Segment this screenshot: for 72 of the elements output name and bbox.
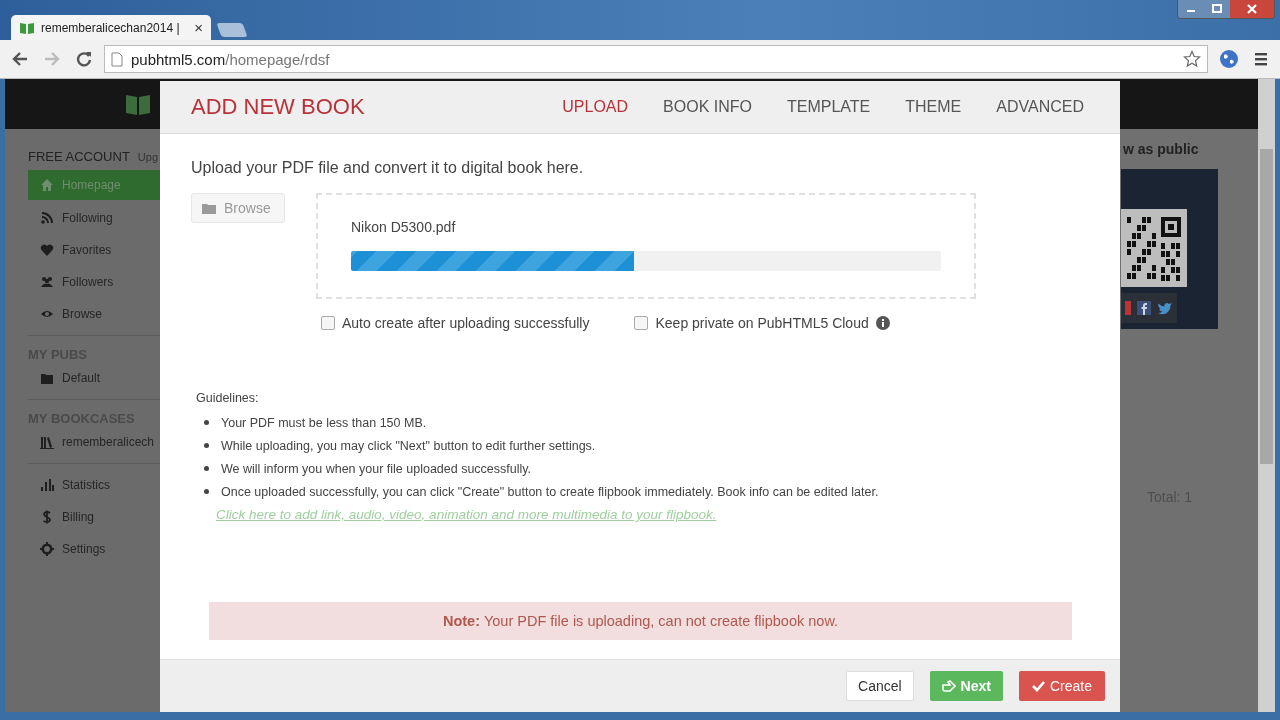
checkbox[interactable]: [634, 316, 649, 330]
guidelines-title: Guidelines:: [196, 391, 260, 405]
sidebar-item[interactable]: Statistics: [28, 469, 160, 501]
guideline-text: We will inform you when your file uploaded successfully.: [221, 461, 532, 476]
intro-text: Upload your PDF file and convert it to digital book here.: [191, 159, 585, 177]
url-text: pubhtml5.com/homepage/rdsf: [131, 50, 330, 68]
guideline-text: Your PDF must be less than 150 MB.: [221, 415, 427, 430]
tab[interactable]: UPLOAD: [562, 98, 629, 116]
bullet-icon: [204, 466, 209, 471]
checkbox-option[interactable]: Keep private on PubHTML5 Cloud: [634, 315, 890, 331]
upload-dropzone[interactable]: Nikon D5300.pdf: [316, 193, 976, 299]
facebook-icon[interactable]: [1137, 301, 1151, 315]
close-icon: [1246, 4, 1258, 14]
star-icon[interactable]: [1183, 50, 1201, 68]
people-icon: [40, 275, 54, 289]
page-icon: [111, 51, 123, 67]
bullet-icon: [204, 420, 209, 425]
settings-icon: [40, 542, 54, 556]
sidebar-item[interactable]: Browse: [28, 298, 160, 330]
address-bar[interactable]: pubhtml5.com/homepage/rdsf: [104, 45, 1208, 73]
note-alert: Note: Your PDF file is uploading, can not create flipbook now.: [209, 602, 1072, 640]
new-tab-button[interactable]: [216, 23, 248, 37]
info-icon[interactable]: [875, 316, 890, 330]
sidebar-item[interactable]: Settings: [28, 533, 160, 565]
back-icon[interactable]: [11, 50, 29, 68]
bookshelf-icon: [40, 435, 54, 449]
sidebar-item[interactable]: Default: [28, 362, 160, 394]
heart-icon: [40, 243, 54, 257]
check-icon: [1031, 680, 1045, 692]
tab[interactable]: ADVANCED: [996, 98, 1084, 116]
tab-title: rememberalicechan2014 |: [41, 20, 180, 35]
bird-icon[interactable]: [1157, 301, 1173, 315]
bar-chart-icon: [40, 478, 54, 492]
cancel-button[interactable]: Cancel: [846, 671, 914, 701]
reload-icon[interactable]: [75, 50, 93, 68]
sidebar-item[interactable]: Favorites: [28, 234, 160, 266]
bullet-icon: [204, 489, 209, 494]
menu-icon[interactable]: [1253, 51, 1269, 67]
rss-icon: [40, 211, 54, 225]
create-button[interactable]: Create: [1018, 671, 1105, 701]
sidebar-item[interactable]: Following: [28, 202, 160, 234]
dollar-icon: [40, 510, 54, 524]
checkbox-option[interactable]: Auto create after uploading successfully: [321, 315, 590, 331]
close-button[interactable]: [1230, 0, 1274, 18]
next-button[interactable]: Next: [929, 671, 1003, 701]
multimedia-link[interactable]: Click here to add link, audio, video, animation and more multimedia to your flipbook.: [216, 507, 717, 522]
browser-tab[interactable]: rememberalicechan2014 | ×: [11, 15, 211, 40]
account-label: FREE ACCOUNT: [28, 149, 130, 164]
dialog-title: ADD NEW BOOK: [191, 94, 365, 120]
tab[interactable]: BOOK INFO: [663, 98, 752, 116]
folder-icon: [40, 371, 54, 385]
guideline-text: While uploading, you may click "Next" button to edit further settings.: [221, 438, 596, 453]
guideline-text: Once uploaded successfully, you can click "Create" button to create flipbook immediately. Book info can be edited later.: [221, 484, 879, 499]
minimize-button[interactable]: [1178, 0, 1204, 18]
globe-icon[interactable]: [1219, 49, 1239, 69]
view-public-link[interactable]: w as public: [1121, 141, 1218, 157]
qr-code-icon: [1121, 209, 1187, 287]
scrollbar[interactable]: [1258, 79, 1275, 712]
sidebar-item[interactable]: Homepage: [28, 170, 160, 200]
folder-icon: [202, 201, 218, 215]
file-name: Nikon D5300.pdf: [351, 219, 457, 235]
sidebar-item[interactable]: Billing: [28, 501, 160, 533]
bullet-icon: [204, 443, 209, 448]
checkbox[interactable]: [321, 316, 335, 330]
home-icon: [40, 178, 54, 192]
sidebar-item[interactable]: rememberalicech: [28, 426, 160, 458]
maximize-icon: [1212, 4, 1222, 14]
sidebar-item[interactable]: Followers: [28, 266, 160, 298]
close-icon[interactable]: ×: [194, 19, 203, 36]
tab[interactable]: TEMPLATE: [787, 98, 871, 116]
maximize-button[interactable]: [1204, 0, 1230, 18]
tab[interactable]: THEME: [905, 98, 962, 116]
